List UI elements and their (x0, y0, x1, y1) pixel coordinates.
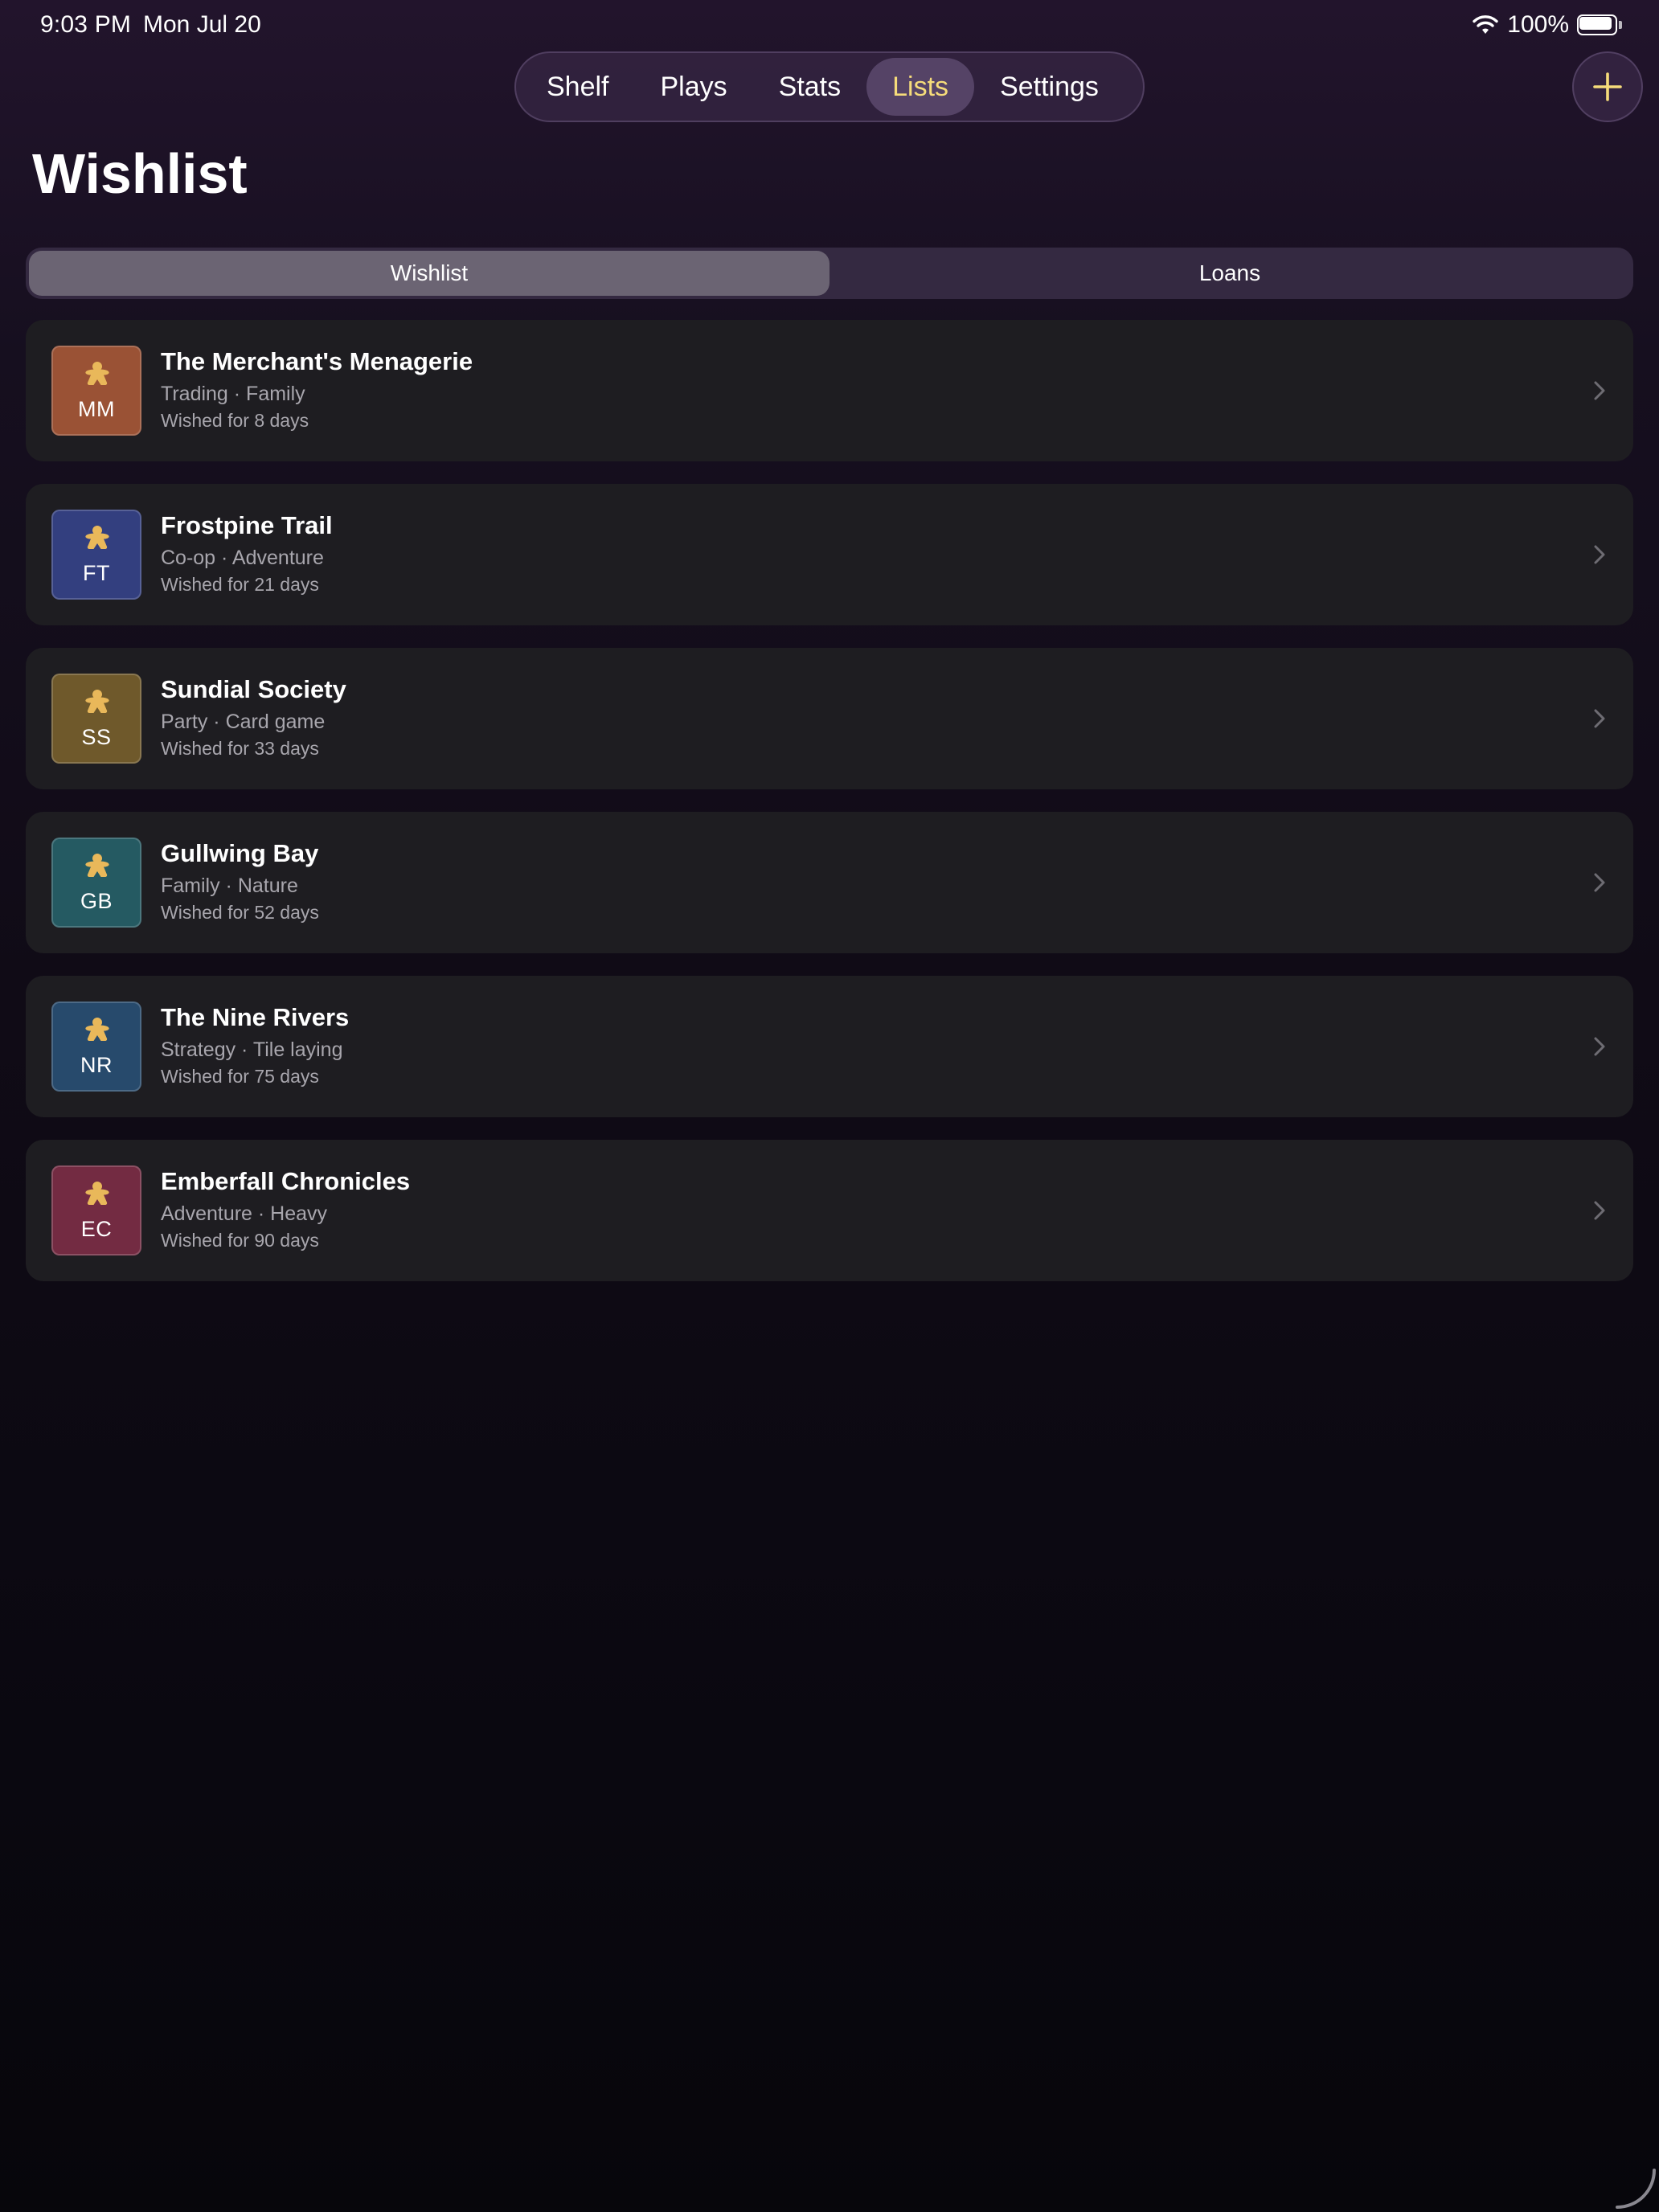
wishlist-item-3[interactable]: SS Sundial Society Party · Card game Wis… (26, 648, 1633, 789)
chevron-right-icon (1594, 1037, 1605, 1056)
status-time: 9:03 PM (40, 11, 132, 38)
game-genres: Trading · Family (161, 383, 305, 405)
game-initials: EC (80, 1217, 113, 1241)
segment-loans[interactable]: Loans (830, 251, 1630, 296)
plus-icon (1593, 72, 1622, 101)
status-date: Mon Jul 20 (143, 11, 261, 38)
meeple-icon (85, 1182, 109, 1205)
wishlist-item-6[interactable]: EC Emberfall Chronicles Adventure · Heav… (26, 1140, 1633, 1281)
game-thumbnail: NR (51, 1002, 141, 1092)
wished-duration: Wished for 21 days (161, 574, 319, 595)
game-thumbnail: SS (51, 674, 141, 764)
game-thumbnail: FT (51, 510, 141, 600)
wifi-icon (1473, 15, 1498, 34)
segment-wishlist[interactable]: Wishlist (29, 251, 830, 296)
game-thumbnail: GB (51, 838, 141, 928)
game-initials: FT (83, 561, 110, 585)
tab-stats[interactable]: Stats (753, 58, 866, 116)
battery-icon (1577, 14, 1622, 35)
game-thumbnail: MM (51, 346, 141, 436)
page-title: Wishlist (32, 142, 248, 205)
game-initials: MM (78, 397, 115, 421)
chevron-right-icon (1594, 545, 1605, 564)
game-genres: Party · Card game (161, 711, 326, 733)
wished-duration: Wished for 33 days (161, 738, 319, 759)
game-title: The Nine Rivers (161, 1003, 350, 1031)
chevron-right-icon (1594, 381, 1605, 400)
status-bar: 9:03 PM Mon Jul 20 100% (0, 0, 1659, 51)
chevron-right-icon (1594, 1201, 1605, 1220)
meeple-icon (85, 526, 109, 549)
tab-shelf[interactable]: Shelf (521, 58, 635, 116)
status-indicators: 100% (1472, 11, 1622, 39)
wished-duration: Wished for 90 days (161, 1230, 319, 1251)
battery-percent: 100% (1507, 11, 1569, 38)
add-button[interactable] (1572, 51, 1643, 122)
meeple-icon (85, 362, 109, 385)
game-title: Emberfall Chronicles (161, 1167, 411, 1195)
game-title: Frostpine Trail (161, 511, 333, 539)
tab-settings[interactable]: Settings (974, 58, 1124, 116)
wishlist-item-2[interactable]: FT Frostpine Trail Co-op · Adventure Wis… (26, 484, 1633, 625)
game-title: The Merchant's Menagerie (161, 347, 473, 375)
wished-duration: Wished for 8 days (161, 410, 309, 431)
wishlist-item-5[interactable]: NR The Nine Rivers Strategy · Tile layin… (26, 976, 1633, 1117)
game-initials: GB (80, 889, 113, 913)
meeple-icon (85, 1018, 109, 1041)
wishlist-item-1[interactable]: MM The Merchant's Menagerie Trading · Fa… (26, 320, 1633, 461)
tab-lists[interactable]: Lists (866, 58, 975, 116)
game-genres: Co-op · Adventure (161, 547, 324, 569)
chevron-right-icon (1594, 709, 1605, 728)
wishlist-list: MM The Merchant's Menagerie Trading · Fa… (26, 320, 1633, 1304)
wished-duration: Wished for 52 days (161, 902, 319, 923)
meeple-icon (85, 690, 109, 713)
game-title: Gullwing Bay (161, 839, 319, 867)
wishlist-item-4[interactable]: GB Gullwing Bay Family · Nature Wished f… (26, 812, 1633, 953)
list-segmented-control: Wishlist Loans (26, 248, 1633, 299)
meeple-icon (85, 854, 109, 877)
game-initials: NR (80, 1053, 113, 1077)
game-genres: Strategy · Tile laying (161, 1038, 343, 1061)
game-thumbnail: EC (51, 1165, 141, 1256)
resize-corner-icon (1616, 2169, 1656, 2209)
game-genres: Family · Nature (161, 875, 298, 897)
game-title: Sundial Society (161, 675, 346, 703)
game-genres: Adventure · Heavy (161, 1202, 328, 1225)
game-initials: SS (81, 725, 112, 749)
wished-duration: Wished for 75 days (161, 1066, 319, 1087)
tab-plays[interactable]: Plays (635, 58, 753, 116)
chevron-right-icon (1594, 873, 1605, 892)
top-tab-bar: Shelf Plays Stats Lists Settings (514, 51, 1145, 122)
